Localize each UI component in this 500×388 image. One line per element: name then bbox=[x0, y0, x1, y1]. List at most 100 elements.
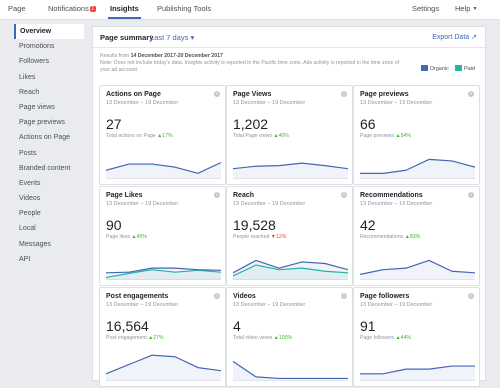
card-page-previews[interactable]: Page previews i 13 December – 19 December 6… bbox=[353, 85, 480, 185]
card-title: Post engagements bbox=[106, 293, 169, 300]
card-caption-text: Page previews bbox=[360, 133, 395, 139]
sidebar-item-followers[interactable]: Followers bbox=[14, 54, 84, 69]
info-icon[interactable]: i bbox=[468, 91, 474, 97]
sparkline-chart bbox=[233, 259, 348, 280]
card-change: 54% bbox=[400, 133, 412, 139]
help-label: Help bbox=[455, 4, 471, 13]
sidebar-nav: Overview Promotions Followers Likes Reach Pag… bbox=[14, 24, 84, 267]
sidebar-item-promotions[interactable]: Promotions bbox=[14, 39, 84, 54]
date-range-dropdown[interactable]: Last 7 days ▾ bbox=[150, 33, 194, 42]
card-post-engagements[interactable]: Post engagements i 13 December – 19 Decemb… bbox=[99, 287, 226, 387]
sidebar-item-actions-on-page[interactable]: Actions on Page bbox=[14, 130, 84, 145]
card-videos[interactable]: Videos i 13 December – 19 December 4 Total v… bbox=[226, 287, 353, 387]
card-value: 19,528 bbox=[233, 217, 276, 233]
card-caption-text: Total actions on Page bbox=[106, 133, 156, 139]
results-range-text: Results from 14 December 2017-20 Decembe… bbox=[100, 53, 223, 59]
sidebar-item-videos[interactable]: Videos bbox=[14, 191, 84, 206]
sparkline-chart bbox=[360, 158, 475, 179]
sidebar-item-api[interactable]: API bbox=[14, 252, 84, 267]
sidebar-item-local[interactable]: Local bbox=[14, 221, 84, 236]
card-title: Page previews bbox=[360, 91, 409, 98]
sparkline-chart bbox=[233, 360, 348, 381]
card-title: Page Views bbox=[233, 91, 272, 98]
card-title: Videos bbox=[233, 293, 256, 300]
export-data-label: Export Data bbox=[432, 34, 470, 41]
sidebar-item-overview[interactable]: Overview bbox=[14, 24, 84, 40]
card-recommendations[interactable]: Recommendations i 13 December – 19 Decembe… bbox=[353, 186, 480, 286]
page-summary-panel: Page summary Last 7 days ▾ Export Data ↗… bbox=[92, 26, 486, 387]
sidebar-item-branded-content[interactable]: Branded content bbox=[14, 161, 84, 176]
sidebar-item-reach[interactable]: Reach bbox=[14, 85, 84, 100]
chevron-down-icon: ▼ bbox=[472, 6, 478, 12]
page-summary-title: Page summary bbox=[100, 33, 154, 42]
export-icon: ↗ bbox=[471, 34, 477, 41]
card-change: 12% bbox=[275, 234, 287, 240]
info-icon[interactable]: i bbox=[341, 91, 347, 97]
info-icon[interactable]: i bbox=[341, 192, 347, 198]
card-date-range: 13 December – 19 December bbox=[233, 302, 306, 308]
top-navigation-bar: Page Notifications 1 Insights Publishing … bbox=[0, 0, 500, 20]
card-caption: Total video views ▲100% bbox=[233, 335, 292, 341]
card-caption-text: Recommendations bbox=[360, 234, 404, 240]
sidebar-item-events[interactable]: Events bbox=[14, 176, 84, 191]
card-page-followers[interactable]: Page followers i 13 December – 19 December… bbox=[353, 287, 480, 387]
sidebar-item-posts[interactable]: Posts bbox=[14, 146, 84, 161]
info-icon[interactable]: i bbox=[468, 192, 474, 198]
sparkline-chart bbox=[360, 365, 475, 381]
tab-insights[interactable]: Insights bbox=[110, 4, 139, 13]
card-title: Recommendations bbox=[360, 192, 423, 199]
card-reach[interactable]: Reach i 13 December – 19 December 19,528 Peo… bbox=[226, 186, 353, 286]
help-menu[interactable]: Help ▼ bbox=[455, 4, 477, 13]
sidebar-item-messages[interactable]: Messages bbox=[14, 237, 84, 252]
card-change: 27% bbox=[153, 335, 164, 341]
card-value: 42 bbox=[360, 217, 376, 233]
card-caption-text: People reached bbox=[233, 234, 270, 240]
card-caption: People reached ▼12% bbox=[233, 234, 286, 240]
card-date-range: 13 December – 19 December bbox=[106, 302, 179, 308]
card-change: 17% bbox=[162, 133, 173, 139]
info-icon[interactable]: i bbox=[214, 192, 220, 198]
card-title: Reach bbox=[233, 192, 255, 199]
info-icon[interactable]: i bbox=[341, 293, 347, 299]
card-title: Page Likes bbox=[106, 192, 143, 199]
tab-page[interactable]: Page bbox=[8, 4, 26, 13]
results-range: 14 December 2017-20 December 2017 bbox=[130, 53, 223, 59]
sparkline-chart bbox=[360, 259, 475, 280]
tab-notifications[interactable]: Notifications 1 bbox=[48, 4, 96, 13]
card-caption: Recommendations ▲83% bbox=[360, 234, 420, 240]
card-date-range: 13 December – 19 December bbox=[360, 302, 433, 308]
info-icon[interactable]: i bbox=[214, 91, 220, 97]
timezone-note: Note: Does not include today's data. Ins… bbox=[100, 60, 400, 73]
card-date-range: 13 December – 19 December bbox=[233, 100, 306, 106]
card-value: 91 bbox=[360, 318, 376, 334]
paid-swatch bbox=[454, 65, 462, 71]
card-caption-text: Post engagement bbox=[106, 335, 147, 341]
card-title: Actions on Page bbox=[106, 91, 161, 98]
card-caption-text: Total video views bbox=[233, 335, 273, 341]
tab-settings[interactable]: Settings bbox=[412, 4, 439, 13]
card-date-range: 13 December – 19 December bbox=[360, 201, 433, 207]
sidebar-item-page-previews[interactable]: Page previews bbox=[14, 115, 84, 130]
card-page-likes[interactable]: Page Likes i 13 December – 19 December 90 Pa… bbox=[99, 186, 226, 286]
active-tab-indicator bbox=[108, 17, 141, 19]
export-data-button[interactable]: Export Data ↗ bbox=[432, 33, 477, 41]
card-caption-text: Page likes bbox=[106, 234, 130, 240]
info-icon[interactable]: i bbox=[468, 293, 474, 299]
card-page-views[interactable]: Page Views i 13 December – 19 December 1,20… bbox=[226, 85, 353, 185]
card-caption: Page followers ▲44% bbox=[360, 335, 411, 341]
card-actions-on-page[interactable]: Actions on Page i 13 December – 19 Decembe… bbox=[99, 85, 226, 185]
card-date-range: 13 December – 19 December bbox=[106, 100, 179, 106]
info-icon[interactable]: i bbox=[214, 293, 220, 299]
tab-publishing-tools[interactable]: Publishing Tools bbox=[157, 4, 211, 13]
divider bbox=[93, 47, 485, 48]
card-change: 44% bbox=[400, 335, 412, 341]
card-value: 4 bbox=[233, 318, 241, 334]
card-caption-text: Page followers bbox=[360, 335, 395, 341]
sidebar-item-page-views[interactable]: Page views bbox=[14, 100, 84, 115]
sidebar-item-likes[interactable]: Likes bbox=[14, 70, 84, 85]
card-caption: Total Page views ▲40% bbox=[233, 133, 289, 139]
organic-series-area bbox=[360, 260, 475, 280]
organic-swatch bbox=[420, 65, 428, 71]
date-range-label: Last 7 days bbox=[150, 33, 189, 42]
sidebar-item-people[interactable]: People bbox=[14, 206, 84, 221]
